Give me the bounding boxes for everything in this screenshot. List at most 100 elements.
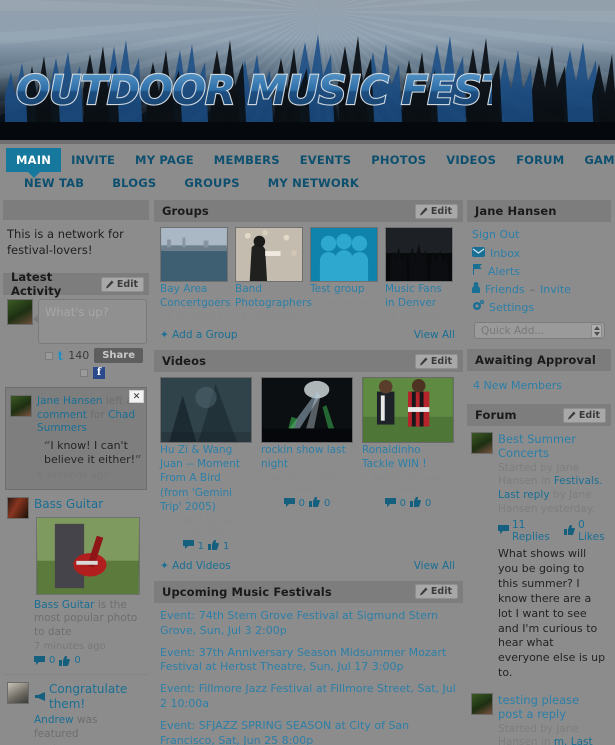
add-videos-link[interactable]: ✦ Add Videos (160, 560, 231, 572)
edit-events-button[interactable]: Edit (414, 584, 458, 600)
activity-photo-title[interactable]: Bass Guitar (34, 497, 103, 511)
activity-photo-link[interactable]: Bass Guitar (34, 599, 95, 611)
video-title[interactable]: Hu Zi & Wang Juan -- Moment From A Bird … (160, 440, 240, 513)
user-name: Jane Hansen (475, 204, 557, 218)
share-button[interactable]: Share (94, 348, 143, 364)
edit-forum-button[interactable]: Edit (562, 407, 606, 423)
person-icon (472, 282, 480, 296)
photo-thumbnail[interactable] (36, 516, 140, 595)
inbox-link[interactable]: Inbox (490, 247, 520, 260)
edit-videos-button[interactable]: Edit (414, 353, 458, 369)
event-item[interactable]: Event: 74th Stern Grove Festival at Sigm… (160, 609, 457, 646)
avatar (471, 432, 493, 454)
inbox-row[interactable]: Inbox (472, 245, 607, 262)
network-blurb: This is a network for festival-lovers! (7, 227, 124, 257)
groups-footer: ✦ Add a Group View All (154, 322, 463, 344)
nav-item-main[interactable]: MAIN (6, 148, 62, 178)
nav-item-games[interactable]: GAMES (574, 148, 615, 172)
nav-item-invite[interactable]: INVITE (61, 148, 125, 172)
new-members-link[interactable]: 4 New Members (473, 379, 562, 392)
group-name[interactable]: Bay Area Concertgoers (160, 279, 230, 309)
likes-stat[interactable]: 0 Likes (564, 519, 607, 543)
video-title[interactable]: Ronaldinho Tackle WIN ! (362, 440, 427, 470)
replies-stat[interactable]: 11 Replies (498, 519, 556, 543)
pencil-icon (419, 357, 428, 366)
nav-item-members[interactable]: MEMBERS (204, 148, 290, 172)
spinner-arrows-icon[interactable] (591, 323, 602, 338)
nav-item-my-network[interactable]: MY NETWORK (254, 173, 373, 193)
nav-row-primary: MAIN INVITE MY PAGE MEMBERS EVENTS PHOTO… (0, 148, 615, 178)
forum-title: Forum (475, 408, 517, 422)
nav-row-secondary: NEW TAB BLOGS GROUPS MY NETWORK (0, 172, 615, 194)
edit-label: Edit (116, 278, 138, 290)
nav-item-forum[interactable]: FORUM (506, 148, 574, 172)
quote-close-icon: ” (135, 453, 142, 467)
blurb-module-header (3, 200, 149, 220)
latest-activity-module: Latest Activity Edit What's up? t 140 Sh… (3, 270, 149, 745)
events-header: Upcoming Music Festivals Edit (154, 580, 463, 603)
group-name[interactable]: Band Photographers (235, 279, 312, 309)
nav-item-new-tab[interactable]: NEW TAB (10, 173, 98, 193)
group-thumbnail[interactable] (160, 227, 228, 282)
video-thumbnail[interactable] (261, 377, 353, 444)
status-composer: What's up? (3, 295, 149, 345)
edit-groups-button[interactable]: Edit (414, 203, 458, 219)
friends-separator: – (529, 282, 536, 296)
activity-action-link[interactable]: comment (37, 409, 87, 421)
events-list: Event: 74th Stern Grove Festival at Sigm… (154, 603, 463, 745)
avatar (7, 682, 29, 705)
like-count: 1 (223, 540, 230, 552)
nav-item-blogs[interactable]: BLOGS (98, 173, 170, 193)
nav-item-photos[interactable]: PHOTOS (361, 148, 436, 172)
avatar (7, 299, 33, 326)
video-thumbnail[interactable] (160, 377, 252, 444)
settings-row[interactable]: Settings (472, 298, 607, 316)
friends-row[interactable]: Friends – Invite (472, 280, 607, 298)
nav-item-events[interactable]: EVENTS (290, 148, 362, 172)
group-name[interactable]: Music Fans in Denver (385, 279, 442, 309)
friends-link[interactable]: Friends (485, 283, 525, 296)
event-item[interactable]: Event: SFJAZZ SPRING SEASON at City of S… (160, 719, 457, 745)
video-title[interactable]: rockin show last night (261, 440, 346, 470)
group-thumbnail[interactable] (310, 227, 378, 282)
flag-icon (472, 264, 483, 278)
thumbs-up-icon (410, 497, 421, 510)
twitter-checkbox[interactable] (44, 351, 53, 360)
sign-out-link[interactable]: Sign Out (472, 228, 607, 245)
latest-activity-header: Latest Activity Edit (3, 270, 149, 298)
forum-post-title[interactable]: Best Summer Concerts (498, 432, 576, 460)
activity-featured-title[interactable]: Congratulate them! (49, 682, 145, 712)
nav-item-groups[interactable]: GROUPS (170, 173, 253, 193)
group-thumbnail[interactable] (385, 227, 453, 282)
alerts-link[interactable]: Alerts (488, 265, 520, 278)
activity-featured-link[interactable]: Andrew (34, 714, 74, 726)
facebook-checkbox[interactable] (80, 369, 88, 378)
forum-post-meta: Started by Jane Hansen in m. Last reply … (498, 722, 607, 745)
forum-post-title[interactable]: testing please post a reply (498, 693, 579, 721)
activity-actor-link[interactable]: Jane Hansen (37, 395, 103, 407)
group-card: Test group 1 member (310, 227, 378, 322)
group-name[interactable]: Test group (310, 279, 365, 295)
video-card: Hu Zi & Wang Juan -- Moment From A Bird … (160, 377, 252, 553)
groups-view-all-link[interactable]: View All (414, 329, 455, 341)
invite-link[interactable]: Invite (540, 283, 571, 296)
videos-view-all-link[interactable]: View All (414, 560, 455, 572)
status-input[interactable]: What's up? (33, 299, 147, 345)
plus-icon: ✦ (160, 559, 169, 572)
alerts-row[interactable]: Alerts (472, 262, 607, 280)
close-icon[interactable]: ✕ (129, 390, 144, 404)
event-item[interactable]: Event: Fillmore Jazz Festival at Fillmor… (160, 682, 457, 719)
edit-label: Edit (430, 355, 452, 367)
nav-item-videos[interactable]: VIDEOS (436, 148, 506, 172)
group-thumbnail[interactable] (235, 227, 303, 282)
settings-link[interactable]: Settings (489, 301, 534, 314)
edit-latest-activity-button[interactable]: Edit (100, 276, 144, 292)
add-group-link[interactable]: ✦ Add a Group (160, 329, 238, 341)
like-count: 0 (324, 498, 331, 510)
quick-add-select[interactable]: Quick Add... (474, 322, 605, 339)
left-column: This is a network for festival-lovers! L… (0, 200, 152, 745)
video-thumbnail[interactable] (362, 377, 454, 444)
event-item[interactable]: Event: 37th Anniversary Season Midsummer… (160, 646, 457, 683)
nav-item-my-page[interactable]: MY PAGE (125, 148, 204, 172)
activity-action-mid: for (90, 408, 105, 421)
